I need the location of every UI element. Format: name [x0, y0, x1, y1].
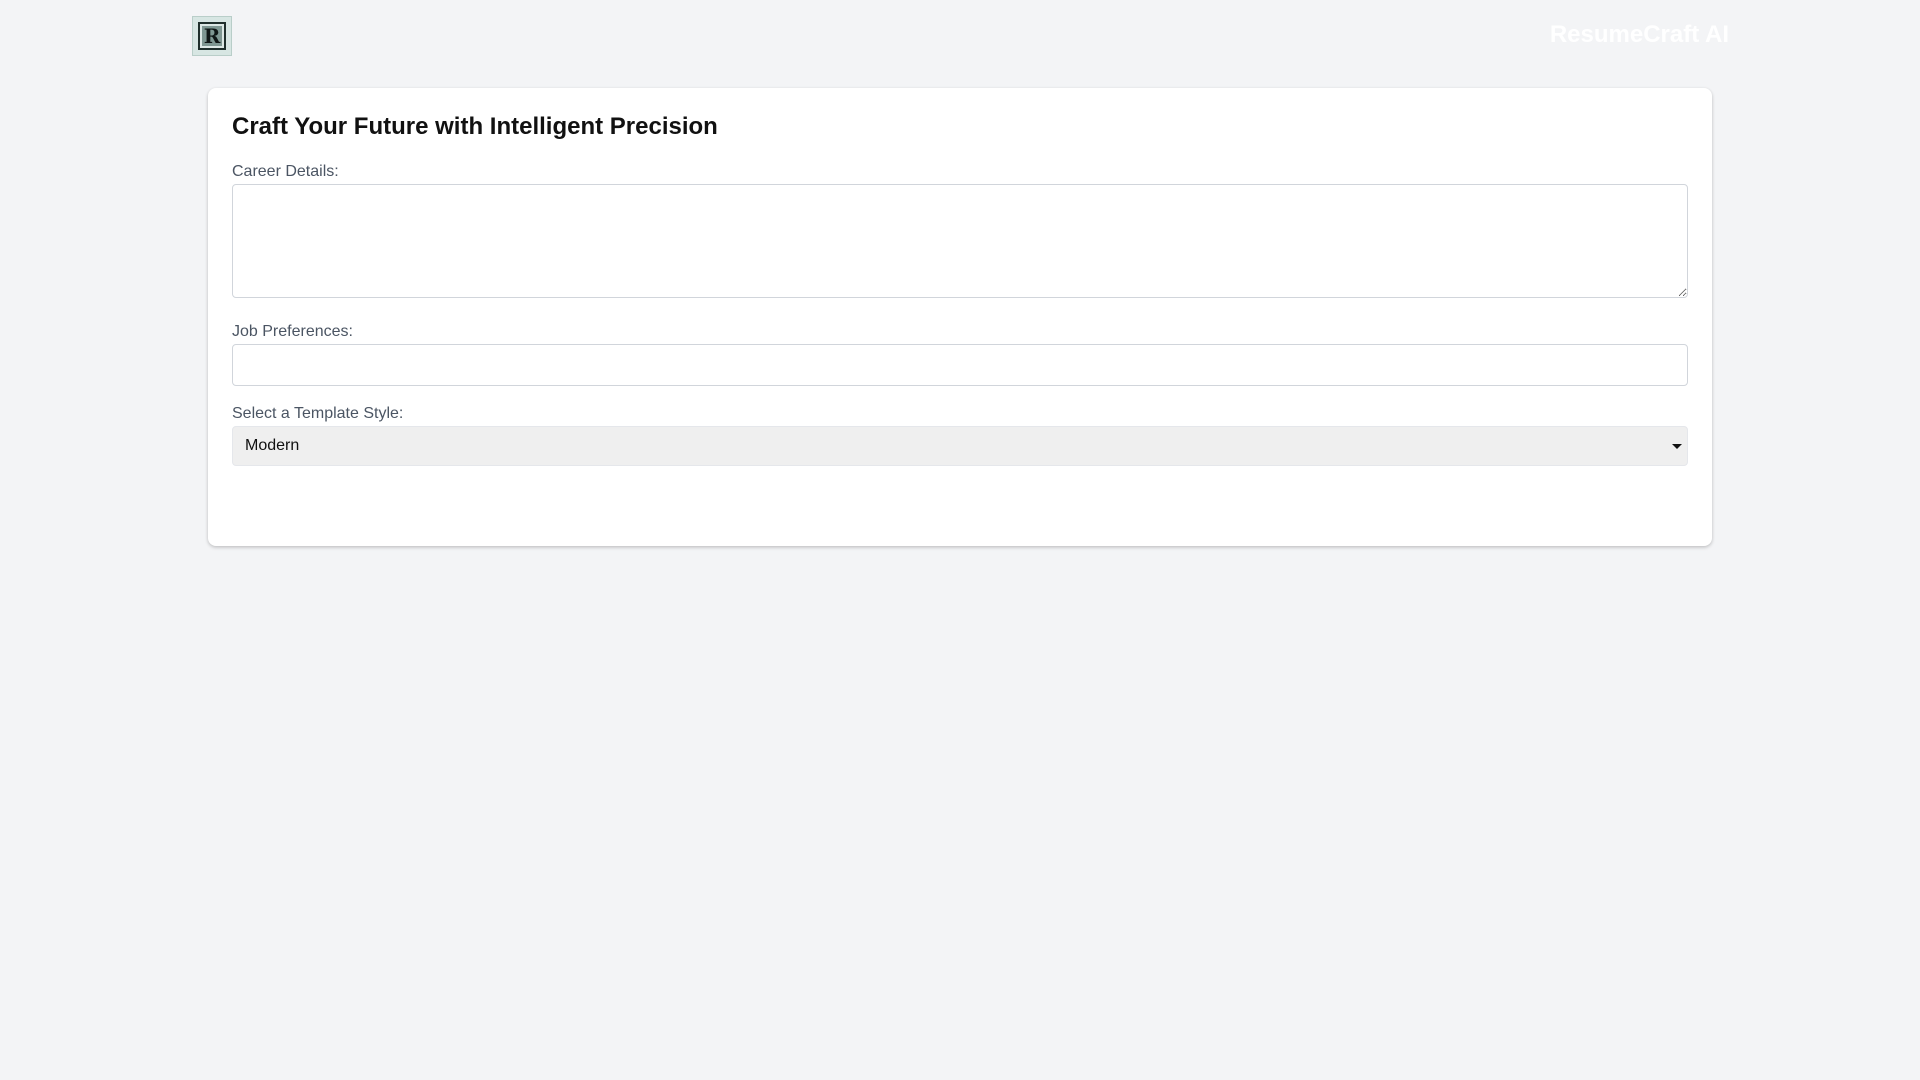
- resume-form-card: Craft Your Future with Intelligent Preci…: [208, 88, 1712, 546]
- career-details-textarea[interactable]: [232, 184, 1688, 298]
- chevron-down-icon: [1672, 444, 1682, 449]
- brand-logo[interactable]: R: [192, 16, 232, 56]
- top-header: R ResumeCraft AI: [0, 0, 1920, 72]
- template-style-label: Select a Template Style:: [232, 405, 404, 422]
- career-details-label: Career Details:: [232, 163, 339, 180]
- job-preferences-input[interactable]: [232, 344, 1688, 386]
- brand-title: ResumeCraft AI: [1549, 21, 1729, 48]
- template-style-select[interactable]: Modern: [232, 426, 1688, 466]
- page-title: Craft Your Future with Intelligent Preci…: [232, 113, 718, 140]
- monogram-r-logo-icon: R: [198, 22, 226, 50]
- resume-builder-page: R ResumeCraft AI Craft Your Future with …: [0, 0, 1920, 1080]
- job-preferences-label: Job Preferences:: [232, 323, 353, 340]
- template-style-selected-value: Modern: [245, 437, 300, 454]
